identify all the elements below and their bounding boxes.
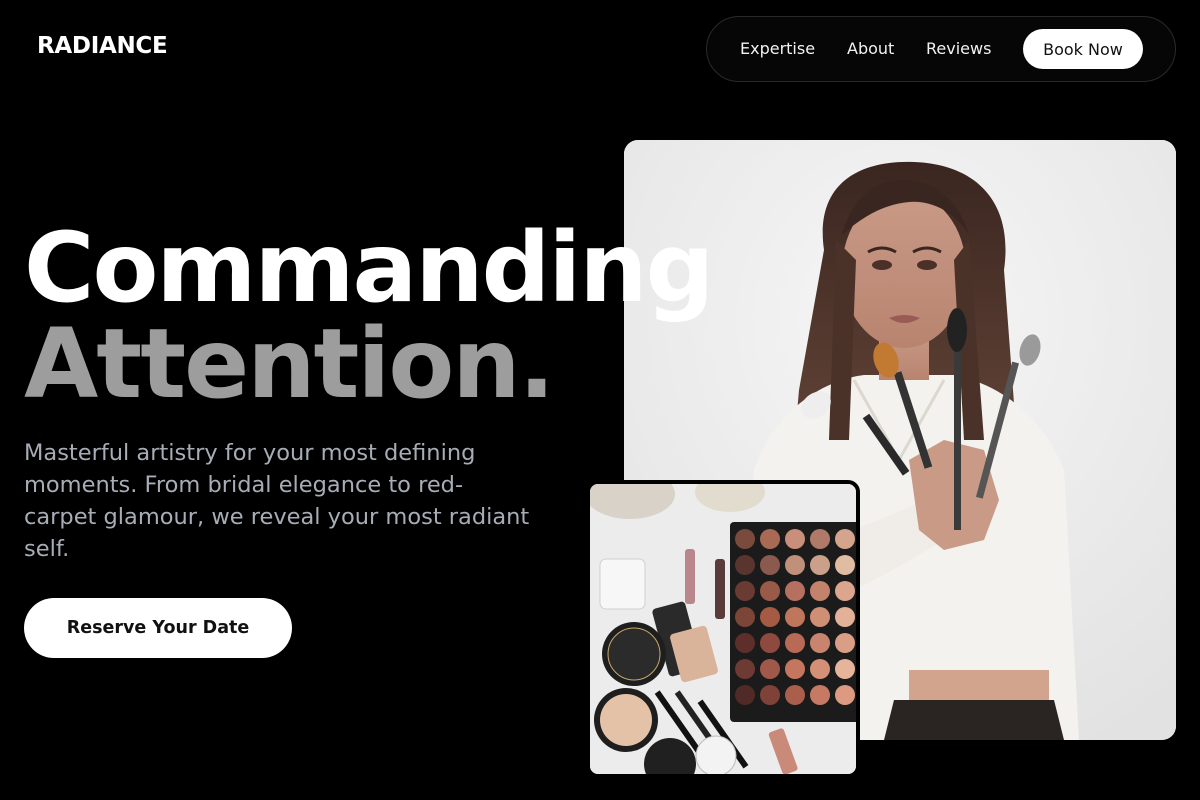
reserve-date-button[interactable]: Reserve Your Date bbox=[24, 598, 292, 658]
makeup-products-illustration bbox=[590, 484, 856, 774]
eyeshadow-pan bbox=[785, 529, 805, 549]
eyeshadow-pan bbox=[760, 659, 780, 679]
eyeshadow-pan bbox=[735, 633, 755, 653]
eyeshadow-pan bbox=[810, 633, 830, 653]
eyeshadow-pan bbox=[835, 529, 855, 549]
nav-link-reviews[interactable]: Reviews bbox=[926, 39, 991, 58]
eyeshadow-pan bbox=[735, 659, 755, 679]
nav-link-about[interactable]: About bbox=[847, 39, 894, 58]
main-nav: Expertise About Reviews Book Now bbox=[706, 16, 1176, 82]
eyeshadow-pan bbox=[835, 659, 855, 679]
hero-subtext: Masterful artistry for your most definin… bbox=[24, 440, 530, 562]
eyeshadow-pan bbox=[735, 555, 755, 575]
headline-line-1: Commanding bbox=[24, 212, 714, 324]
eyeshadow-pan bbox=[785, 555, 805, 575]
book-now-button[interactable]: Book Now bbox=[1023, 29, 1143, 69]
nav-link-expertise[interactable]: Expertise bbox=[740, 39, 815, 58]
eyeshadow-pan bbox=[760, 529, 780, 549]
eyeshadow-pan bbox=[785, 581, 805, 601]
eyeshadow-pan bbox=[760, 607, 780, 627]
eyeshadow-pan bbox=[735, 529, 755, 549]
eyeshadow-pan bbox=[810, 581, 830, 601]
eyeshadow-pan bbox=[810, 555, 830, 575]
product-photo bbox=[586, 480, 860, 778]
eyeshadow-pan bbox=[835, 685, 855, 705]
eyeshadow-pan bbox=[835, 607, 855, 627]
eyeshadow-pan bbox=[835, 633, 855, 653]
landing-page: RADIANCE Expertise About Reviews Book No… bbox=[0, 0, 1200, 800]
eyeshadow-pan bbox=[810, 659, 830, 679]
eyeshadow-pan bbox=[810, 685, 830, 705]
eyeshadow-pan bbox=[760, 555, 780, 575]
eyeshadow-pan bbox=[735, 607, 755, 627]
eyeshadow-pan bbox=[760, 685, 780, 705]
eyeshadow-pan bbox=[785, 633, 805, 653]
eyeshadow-pan bbox=[760, 633, 780, 653]
headline-line-2: Attention. bbox=[24, 308, 555, 420]
eyeshadow-pan bbox=[810, 607, 830, 627]
eyeshadow-pan bbox=[785, 659, 805, 679]
eyeshadow-pan bbox=[785, 607, 805, 627]
eyeshadow-pan bbox=[760, 581, 780, 601]
brand-logo[interactable]: RADIANCE bbox=[37, 33, 168, 59]
eyeshadow-pan bbox=[810, 529, 830, 549]
eyeshadow-pan bbox=[735, 685, 755, 705]
eyeshadow-pan bbox=[735, 581, 755, 601]
eyeshadow-pan bbox=[785, 685, 805, 705]
eyeshadow-pan bbox=[835, 581, 855, 601]
eyeshadow-pan bbox=[835, 555, 855, 575]
hero-headline: Commanding Attention. bbox=[24, 212, 714, 420]
